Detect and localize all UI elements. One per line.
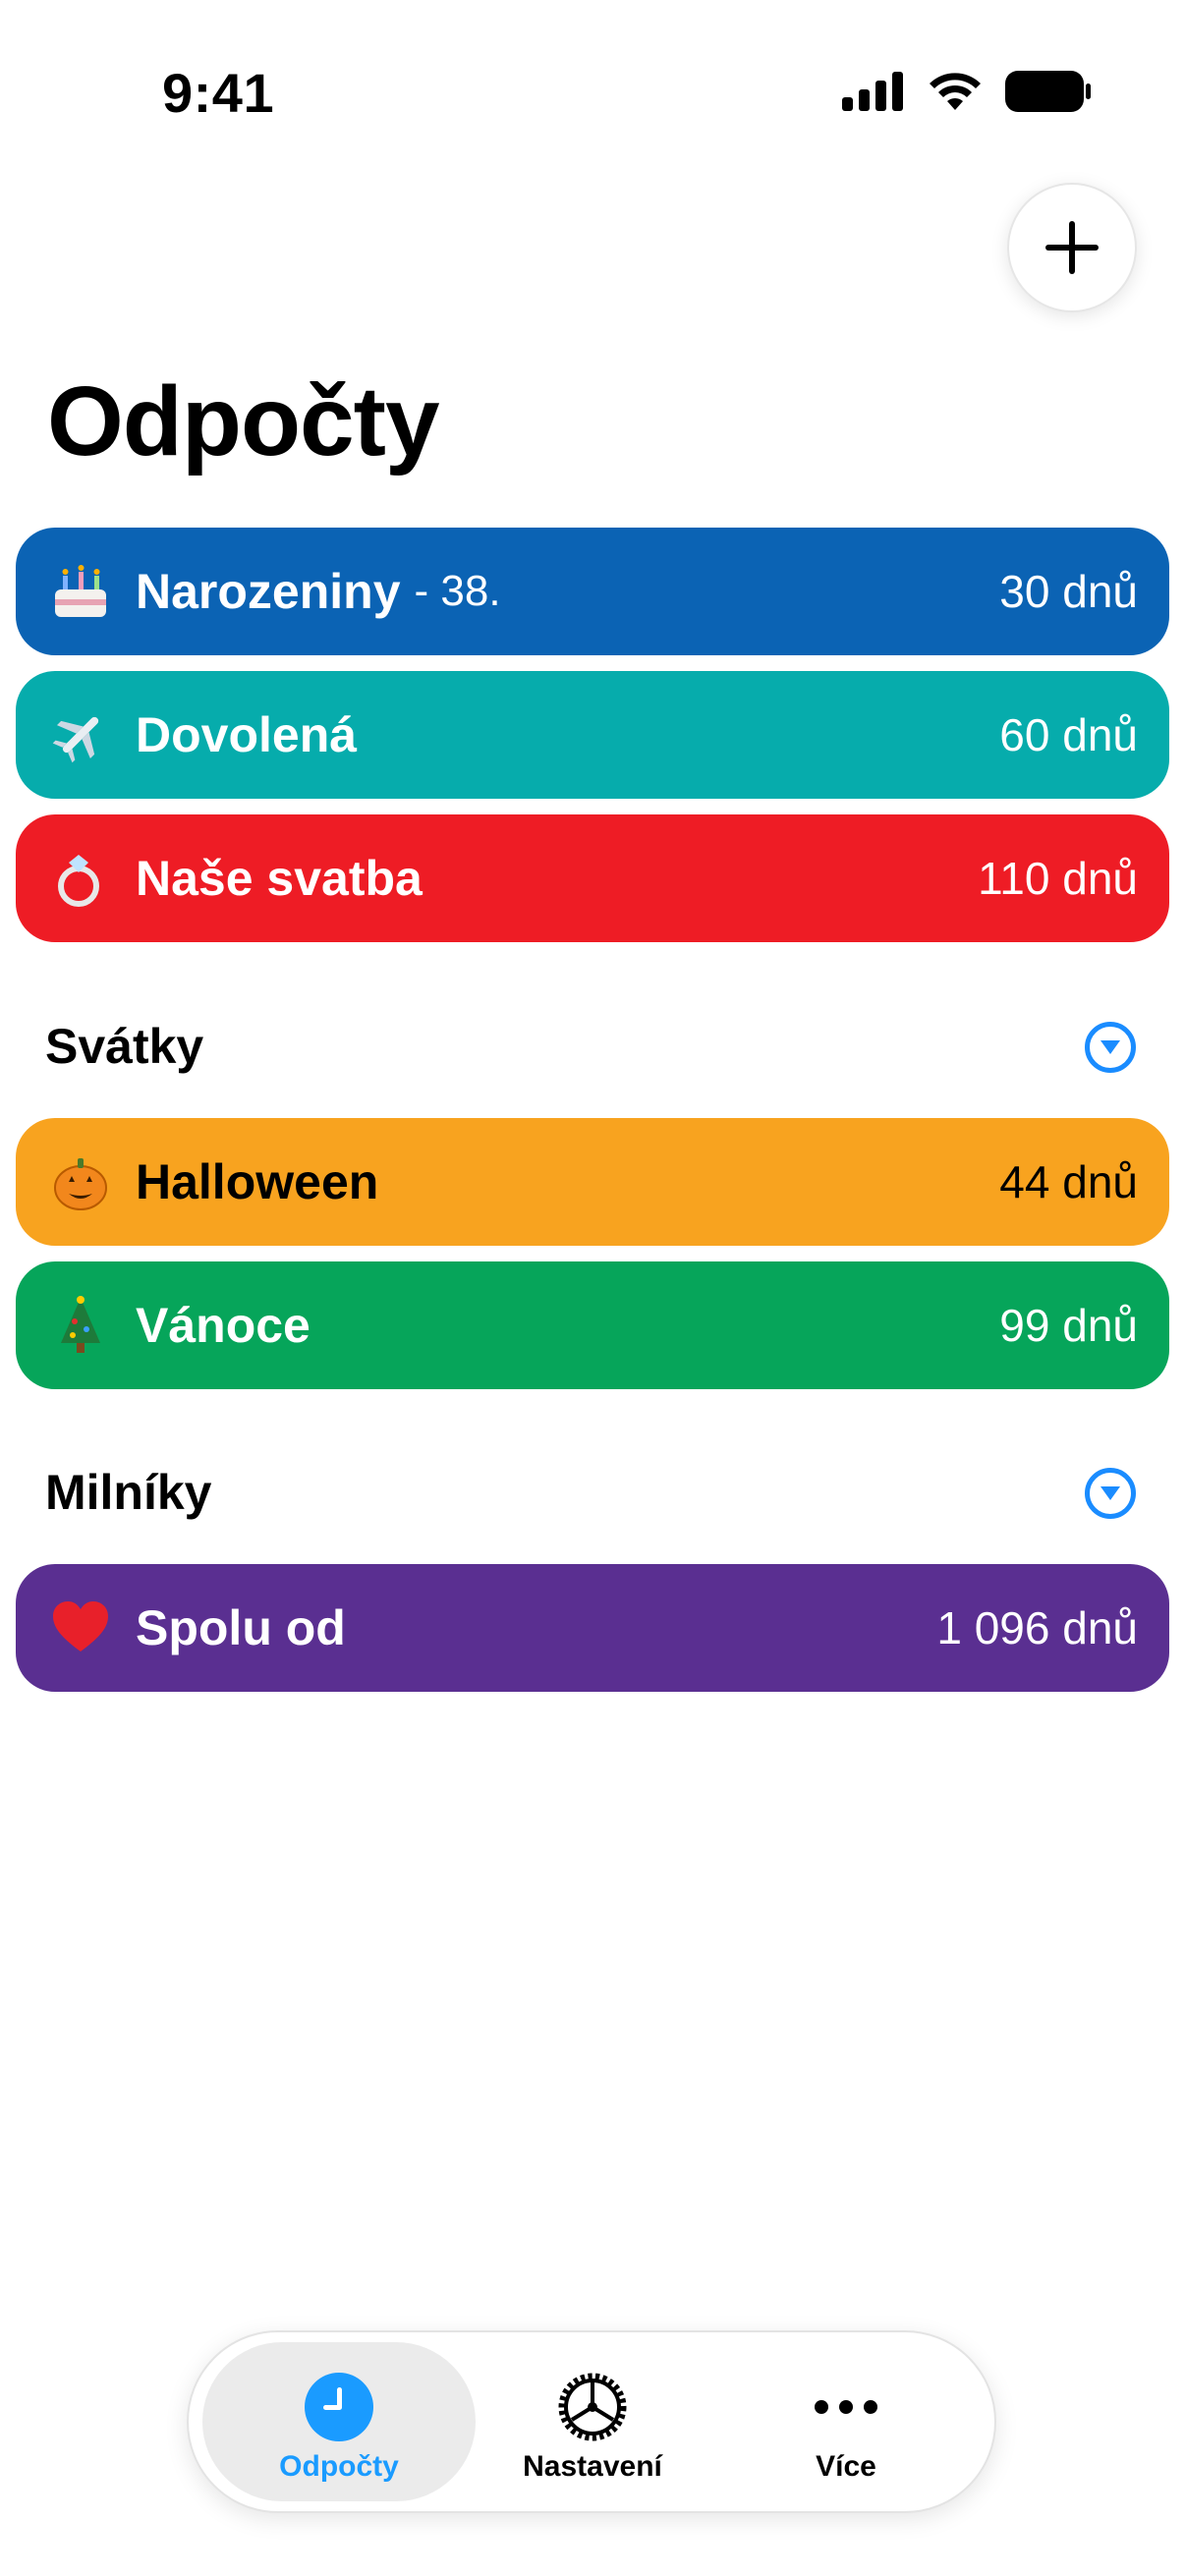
birthday-cake-icon [45,556,116,627]
countdown-card-nase-svatba[interactable]: Naše svatba 110 dnů [16,814,1169,942]
christmas-tree-icon [45,1290,116,1361]
collapse-section-button[interactable] [1085,1022,1136,1073]
airplane-icon [45,700,116,770]
countdown-days: 60 dnů [999,709,1138,760]
ring-icon [45,843,116,914]
countdown-card-dovolena[interactable]: Dovolená 60 dnů [16,671,1169,799]
collapse-section-button[interactable] [1085,1468,1136,1519]
countdown-name: Halloween [136,1154,379,1209]
clock-icon [304,2370,374,2444]
countdown-name: Narozeniny [136,564,401,619]
chevron-down-icon [1100,1486,1120,1500]
chevron-down-icon [1100,1040,1120,1054]
countdown-name: Vánoce [136,1298,310,1353]
gear-icon [554,2370,631,2444]
countdown-days: 44 dnů [999,1156,1138,1207]
tab-label: Nastavení [523,2450,662,2483]
status-time: 9:41 [162,62,275,124]
countdown-card-spolu-od[interactable]: Spolu od 1 096 dnů [16,1564,1169,1692]
section-title-svatky: Svátky [45,1019,204,1074]
countdown-name: Spolu od [136,1600,346,1655]
status-bar: 9:41 [0,0,1185,187]
tab-odpocty[interactable]: Odpočty [202,2342,476,2501]
add-countdown-button[interactable] [1007,183,1137,312]
tab-bar: Odpočty Nastavení Více [187,2330,996,2513]
ellipsis-icon [812,2370,880,2444]
countdown-card-vanoce[interactable]: Vánoce 99 dnů [16,1261,1169,1389]
plus-icon [1045,221,1099,274]
battery-icon [1005,71,1091,112]
countdown-suffix: - 38. [414,567,501,615]
countdown-days: 99 dnů [999,1300,1138,1351]
tab-nastaveni[interactable]: Nastavení [456,2342,729,2501]
tab-label: Odpočty [279,2450,399,2483]
countdown-days: 30 dnů [999,566,1138,617]
wifi-icon [930,73,981,110]
countdown-name: Dovolená [136,707,358,762]
countdown-name: Naše svatba [136,851,423,906]
heart-icon [45,1593,116,1663]
tab-label: Více [816,2450,876,2483]
tab-vice[interactable]: Více [709,2342,983,2501]
pumpkin-icon [45,1147,116,1217]
section-title-milniky: Milníky [45,1465,212,1520]
countdown-card-narozeniny[interactable]: Narozeniny - 38. 30 dnů [16,528,1169,655]
cellular-signal-icon [842,72,903,111]
countdown-card-halloween[interactable]: Halloween 44 dnů [16,1118,1169,1246]
countdown-days: 1 096 dnů [936,1602,1138,1653]
status-icons [842,71,1092,112]
countdown-days: 110 dnů [978,853,1138,904]
page-title: Odpočty [47,366,440,476]
